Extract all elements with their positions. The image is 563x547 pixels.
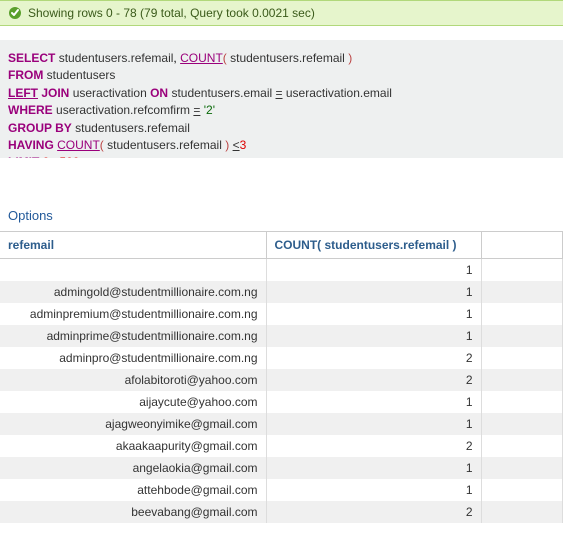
- options-link[interactable]: Options: [0, 200, 61, 231]
- table-row[interactable]: aijaycute@yahoo.com1: [0, 391, 563, 413]
- cell-refemail: adminpremium@studentmillionaire.com.ng: [0, 303, 266, 325]
- cell-refemail: aijaycute@yahoo.com: [0, 391, 266, 413]
- sql-table: studentusers: [47, 68, 116, 82]
- table-row[interactable]: adminprime@studentmillionaire.com.ng1: [0, 325, 563, 347]
- sql-keyword-on: ON: [150, 86, 168, 100]
- sql-column: studentusers.refemail: [75, 121, 190, 135]
- sql-column: studentusers.refemail: [230, 51, 345, 65]
- table-row[interactable]: angelaokia@gmail.com1: [0, 457, 563, 479]
- cell-refemail: beevabang@gmail.com: [0, 501, 266, 523]
- table-row[interactable]: afolabitoroti@yahoo.com2: [0, 369, 563, 391]
- cell-count: 1: [266, 457, 481, 479]
- cell-count: 1: [266, 259, 481, 282]
- cell-count: 1: [266, 281, 481, 303]
- cell-count: 2: [266, 347, 481, 369]
- table-row[interactable]: adminpremium@studentmillionaire.com.ng1: [0, 303, 563, 325]
- cell-refemail: admingold@studentmillionaire.com.ng: [0, 281, 266, 303]
- column-header-refemail[interactable]: refemail: [0, 232, 266, 259]
- table-row[interactable]: 1: [0, 259, 563, 282]
- cell-count: 2: [266, 369, 481, 391]
- query-status-bar: Showing rows 0 - 78 (79 total, Query too…: [0, 0, 563, 26]
- table-row[interactable]: beevabang@gmail.com2: [0, 501, 563, 523]
- cell-count: 1: [266, 303, 481, 325]
- cell-refemail: akaakaapurity@gmail.com: [0, 435, 266, 457]
- sql-keyword-limit: LIMIT: [8, 155, 39, 158]
- sql-column: useractivation.email: [286, 86, 392, 100]
- sql-literal: 0: [43, 155, 50, 158]
- sql-column: studentusers.refemail: [107, 138, 222, 152]
- sql-keyword-left: LEFT: [8, 86, 38, 100]
- sql-keyword-where: WHERE: [8, 103, 53, 117]
- query-status-text: Showing rows 0 - 78 (79 total, Query too…: [28, 6, 315, 20]
- cell-count: 1: [266, 479, 481, 501]
- sql-keyword-join: JOIN: [41, 86, 69, 100]
- sql-keyword-select: SELECT: [8, 51, 55, 65]
- sql-operator-eq: =: [276, 86, 283, 100]
- cell-refemail: attehbode@gmail.com: [0, 479, 266, 501]
- cell-count: 1: [266, 391, 481, 413]
- sql-literal: 3: [240, 138, 247, 152]
- cell-count: 2: [266, 501, 481, 523]
- cell-refemail: angelaokia@gmail.com: [0, 457, 266, 479]
- sql-operator-eq: =: [193, 103, 200, 117]
- sql-column: useractivation.refcomfirm: [56, 103, 190, 117]
- sql-literal: '2': [204, 103, 215, 117]
- cell-refemail: adminprime@studentmillionaire.com.ng: [0, 325, 266, 347]
- sql-keyword-groupby: GROUP BY: [8, 121, 72, 135]
- table-header-row: refemail COUNT( studentusers.refemail ): [0, 232, 563, 259]
- cell-count: 2: [266, 435, 481, 457]
- sql-keyword-from: FROM: [8, 68, 43, 82]
- column-header-count[interactable]: COUNT( studentusers.refemail ): [266, 232, 481, 259]
- cell-refemail: [0, 259, 266, 282]
- table-row[interactable]: akaakaapurity@gmail.com2: [0, 435, 563, 457]
- sql-keyword-having: HAVING: [8, 138, 54, 152]
- cell-count: 1: [266, 325, 481, 347]
- sql-column: studentusers.refemail: [59, 51, 174, 65]
- success-check-icon: [8, 6, 22, 20]
- cell-count: 1: [266, 413, 481, 435]
- sql-function-count: COUNT: [57, 138, 100, 152]
- cell-refemail: afolabitoroti@yahoo.com: [0, 369, 266, 391]
- table-row[interactable]: attehbode@gmail.com1: [0, 479, 563, 501]
- sql-literal: 500: [59, 155, 79, 158]
- cell-refemail: ajagweonyimike@gmail.com: [0, 413, 266, 435]
- table-row[interactable]: admingold@studentmillionaire.com.ng1: [0, 281, 563, 303]
- results-table: refemail COUNT( studentusers.refemail ) …: [0, 231, 563, 523]
- sql-operator-lt: <: [233, 138, 240, 152]
- cell-refemail: adminpro@studentmillionaire.com.ng: [0, 347, 266, 369]
- sql-column: studentusers.email: [171, 86, 272, 100]
- table-row[interactable]: adminpro@studentmillionaire.com.ng2: [0, 347, 563, 369]
- sql-function-count: COUNT: [180, 51, 223, 65]
- sql-table: useractivation: [73, 86, 147, 100]
- table-row[interactable]: ajagweonyimike@gmail.com1: [0, 413, 563, 435]
- sql-query-display: SELECT studentusers.refemail, COUNT( stu…: [0, 40, 563, 158]
